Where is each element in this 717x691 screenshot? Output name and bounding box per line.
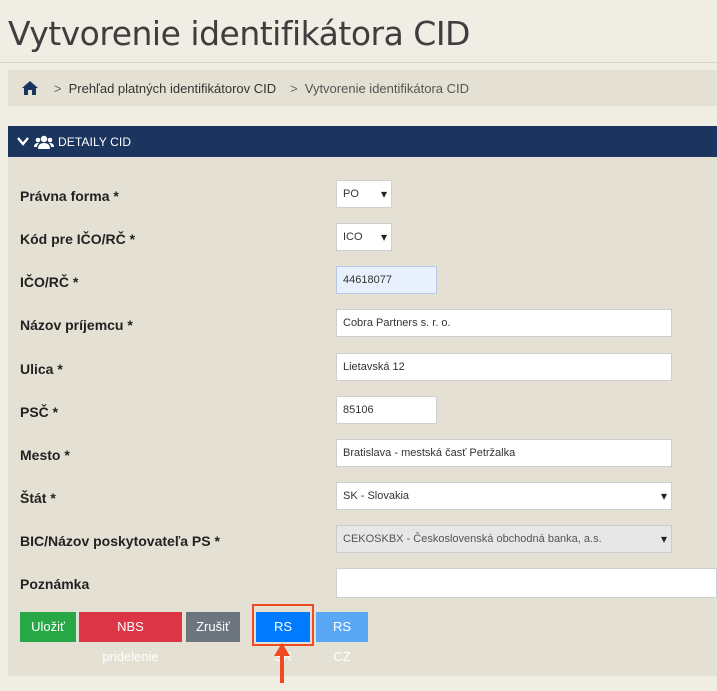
- breadcrumb-current: Vytvorenie identifikátora CID: [304, 80, 470, 96]
- breadcrumb-separator: >: [54, 80, 62, 96]
- label-ico: IČO/RČ *: [20, 274, 79, 290]
- input-nazov[interactable]: Cobra Partners s. r. o.: [336, 309, 672, 337]
- row-mesto: Mesto * Bratislava - mestská časť Petrža…: [8, 439, 717, 471]
- input-mesto[interactable]: Bratislava - mestská časť Petržalka: [336, 439, 672, 467]
- home-icon[interactable]: [22, 80, 38, 96]
- label-bic: BIC/Názov poskytovateľa PS *: [20, 533, 220, 549]
- input-poznamka[interactable]: [336, 568, 717, 598]
- input-psc[interactable]: 85106: [336, 396, 437, 424]
- select-pravna-forma[interactable]: PO: [336, 180, 392, 208]
- breadcrumb-link-overview[interactable]: Prehľad platných identifikátorov CID: [69, 81, 277, 96]
- row-psc: PSČ * 85106: [8, 396, 717, 428]
- label-nazov: Názov príjemcu *: [20, 317, 133, 333]
- row-ulica: Ulica * Lietavská 12: [8, 353, 717, 385]
- cid-details-panel: DETAILY CID Právna forma * PO Kód pre IČ…: [8, 126, 717, 683]
- title-divider: [0, 62, 717, 63]
- label-kod: Kód pre IČO/RČ *: [20, 231, 136, 247]
- label-mesto: Mesto *: [20, 447, 70, 463]
- row-stat: Štát * SK - Slovakia: [8, 482, 717, 514]
- row-bic: BIC/Názov poskytovateľa PS * CEKOSKBX - …: [8, 525, 717, 557]
- label-stat: Štát *: [20, 490, 56, 506]
- label-pravna-forma: Právna forma *: [20, 188, 119, 204]
- save-button[interactable]: Uložiť: [20, 612, 76, 642]
- chevron-down-icon: [17, 136, 29, 148]
- label-poznamka: Poznámka: [20, 576, 90, 592]
- panel-title: DETAILY CID: [58, 134, 132, 149]
- cancel-button[interactable]: Zrušiť: [186, 612, 240, 642]
- users-icon: [34, 135, 54, 149]
- select-kod[interactable]: ICO: [336, 223, 392, 251]
- row-kod: Kód pre IČO/RČ * ICO: [8, 223, 717, 255]
- nbs-assign-button[interactable]: NBS pridelenie: [79, 612, 182, 664]
- label-psc: PSČ *: [20, 404, 59, 420]
- row-ico: IČO/RČ * 44618077: [8, 266, 717, 298]
- input-ulica[interactable]: Lietavská 12: [336, 353, 672, 381]
- row-nazov: Názov príjemcu * Cobra Partners s. r. o.: [8, 309, 717, 341]
- page-title: Vytvorenie identifikátora CID: [8, 14, 470, 53]
- rs-cz-button[interactable]: RS CZ: [316, 612, 368, 664]
- row-pravna-forma: Právna forma * PO: [8, 180, 717, 212]
- breadcrumb: > Prehľad platných identifikátorov CID >…: [8, 70, 717, 106]
- panel-header[interactable]: DETAILY CID: [8, 126, 717, 157]
- breadcrumb-separator: >: [290, 80, 298, 96]
- highlight-box: [252, 604, 314, 646]
- arrow-up-icon: [274, 643, 290, 683]
- select-bic[interactable]: CEKOSKBX - Československá obchodná banka…: [336, 525, 672, 553]
- input-ico[interactable]: 44618077: [336, 266, 437, 294]
- label-ulica: Ulica *: [20, 361, 63, 377]
- select-stat[interactable]: SK - Slovakia: [336, 482, 672, 510]
- row-poznamka: Poznámka: [8, 568, 717, 600]
